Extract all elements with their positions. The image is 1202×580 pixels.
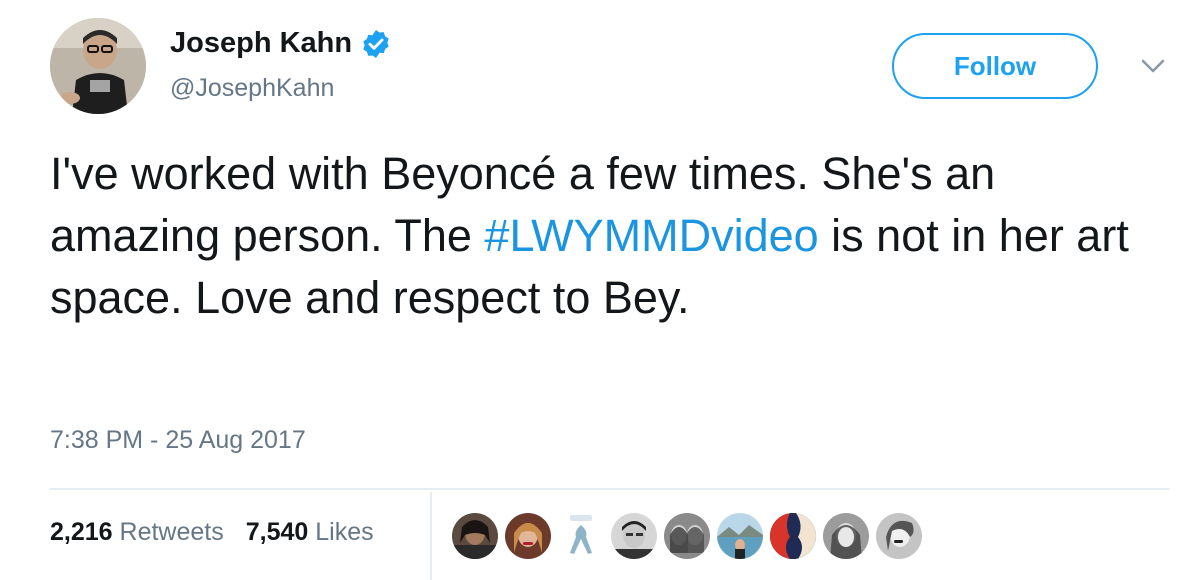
avatar-image <box>50 18 146 114</box>
liker-avatar[interactable] <box>611 513 657 559</box>
tweet-stats: 2,216 Retweets 7,540 Likes <box>50 518 374 547</box>
likers-avatar-row <box>452 513 929 559</box>
author-handle[interactable]: @JosephKahn <box>170 74 334 103</box>
tweet-timestamp[interactable]: 7:38 PM - 25 Aug 2017 <box>50 426 306 455</box>
author-display-name[interactable]: Joseph Kahn <box>170 27 352 60</box>
stats-separator <box>430 492 432 580</box>
likes-label: Likes <box>315 518 374 546</box>
retweets-count: 2,216 <box>50 518 113 546</box>
liker-avatar[interactable] <box>823 513 869 559</box>
likes-count: 7,540 <box>245 518 309 546</box>
liker-avatar[interactable] <box>876 513 922 559</box>
liker-avatar[interactable] <box>664 513 710 559</box>
retweets-stat[interactable]: 2,216 Retweets <box>50 518 224 547</box>
liker-avatar[interactable] <box>717 513 763 559</box>
liker-avatar[interactable] <box>505 513 551 559</box>
author-name-row[interactable]: Joseph Kahn <box>170 27 392 60</box>
liker-avatar[interactable] <box>770 513 816 559</box>
follow-button[interactable]: Follow <box>892 33 1098 99</box>
divider <box>50 488 1170 490</box>
hashtag-link[interactable]: #LWYMMDvideo <box>484 210 818 261</box>
liker-avatar[interactable] <box>558 513 604 559</box>
author-avatar[interactable] <box>50 18 146 114</box>
chevron-down-icon[interactable] <box>1138 54 1168 78</box>
liker-avatar[interactable] <box>452 513 498 559</box>
likes-stat[interactable]: 7,540 Likes <box>246 518 374 547</box>
tweet-text: I've worked with Beyoncé a few times. Sh… <box>50 143 1170 329</box>
retweets-label: Retweets <box>119 518 224 546</box>
verified-badge-icon <box>360 28 392 60</box>
